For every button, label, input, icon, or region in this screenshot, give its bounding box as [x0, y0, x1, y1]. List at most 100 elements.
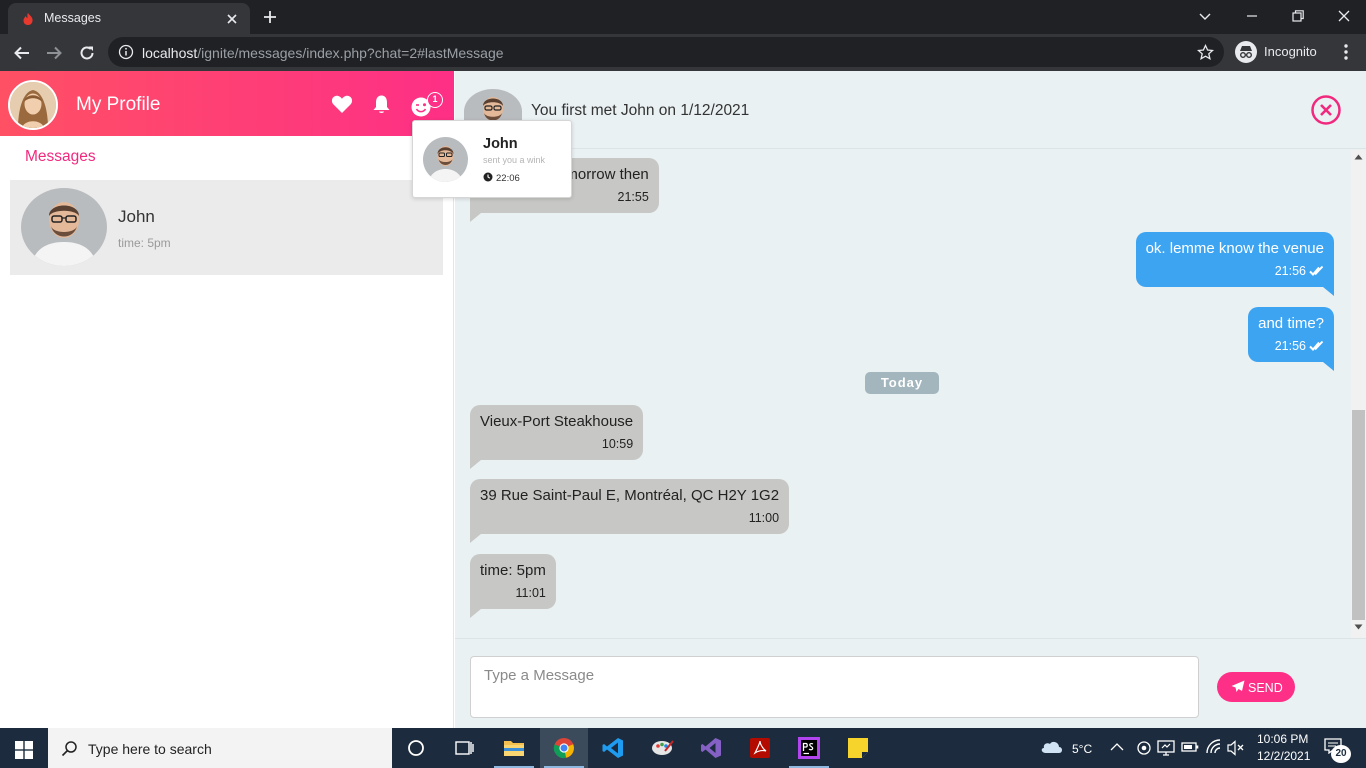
notification-count: 20	[1331, 745, 1351, 763]
phpstorm-icon	[798, 737, 820, 759]
address-bar[interactable]: localhost/ignite/messages/index.php?chat…	[108, 37, 1224, 67]
bookmark-star-icon[interactable]	[1197, 44, 1214, 61]
popup-avatar	[423, 137, 468, 182]
camera-icon[interactable]	[1136, 740, 1152, 756]
clock-icon	[483, 172, 493, 182]
message-outgoing: ok. lemme know the venue 21:56	[1135, 232, 1335, 296]
send-label: SEND	[1248, 681, 1283, 695]
date-divider: Today	[865, 372, 939, 394]
browser-toolbar: localhost/ignite/messages/index.php?chat…	[0, 34, 1366, 71]
taskbar-chrome[interactable]	[540, 728, 588, 768]
incognito-icon	[1234, 40, 1258, 64]
scroll-up-arrow-icon[interactable]	[1354, 154, 1363, 160]
message-input[interactable]	[470, 656, 1199, 718]
message-time: 11:00	[748, 511, 780, 525]
weather-cloud-icon[interactable]	[1040, 738, 1064, 754]
paint-palette-icon	[652, 740, 674, 755]
tab-messages[interactable]: Messages	[8, 3, 250, 34]
reload-icon[interactable]	[77, 43, 97, 63]
popup-time-row: 22:06	[483, 172, 520, 184]
taskbar-phpstorm[interactable]	[785, 728, 833, 768]
sticky-note-icon	[848, 738, 868, 758]
tray-chevron-up-icon[interactable]	[1110, 742, 1124, 752]
send-button[interactable]: SEND	[1217, 672, 1295, 702]
taskbar: Type here to search 5°C 10:06 PM 12/2/20…	[0, 728, 1366, 768]
notification-count-badge: 1	[427, 92, 443, 108]
message-text: time: 5pm	[480, 562, 546, 579]
close-tab-icon[interactable]	[224, 11, 240, 27]
cortana-button[interactable]	[392, 728, 440, 768]
restore-icon[interactable]	[1289, 7, 1307, 25]
flame-icon	[21, 12, 35, 26]
chat-last-message: time: 5pm	[118, 236, 171, 250]
chat-avatar	[21, 188, 107, 266]
message-incoming: 39 Rue Saint-Paul E, Montréal, QC H2Y 1G…	[470, 479, 790, 543]
taskbar-acrobat[interactable]	[736, 728, 784, 768]
message-text: ok. lemme know the venue	[1145, 240, 1324, 257]
weather-temperature[interactable]: 5°C	[1072, 742, 1092, 756]
url-text[interactable]: localhost/ignite/messages/index.php?chat…	[142, 45, 504, 61]
back-icon[interactable]	[12, 43, 32, 63]
message-text: 39 Rue Saint-Paul E, Montréal, QC H2Y 1G…	[480, 487, 780, 504]
clock-time[interactable]: 10:06 PM	[1257, 732, 1308, 746]
message-list: Let's meet tomorrow then 21:55 ok. lemme…	[455, 150, 1366, 638]
chat-header-text: You first met John on 1/12/2021	[531, 102, 750, 119]
message-incoming: Vieux-Port Steakhouse 10:59	[470, 405, 644, 469]
vscode-icon	[602, 738, 623, 758]
taskbar-search-placeholder: Type here to search	[88, 741, 212, 757]
chat-pane: You first met John on 1/12/2021 Let's me…	[455, 71, 1366, 728]
message-outgoing: and time? 21:56	[1248, 307, 1334, 371]
message-time: 11:01	[515, 586, 546, 600]
double-check-icon	[1309, 265, 1324, 277]
taskbar-search[interactable]: Type here to search	[48, 728, 392, 768]
scroll-down-arrow-icon[interactable]	[1354, 624, 1363, 630]
wink-notification-button[interactable]: 1	[409, 92, 443, 118]
chat-list-item[interactable]: John time: 5pm	[10, 180, 443, 275]
heart-icon[interactable]	[331, 94, 353, 114]
battery-icon[interactable]	[1181, 741, 1199, 753]
wifi-icon[interactable]	[1205, 739, 1223, 755]
incognito-indicator[interactable]: Incognito	[1234, 40, 1326, 64]
profile-name[interactable]: My Profile	[76, 94, 160, 116]
message-composer: SEND	[455, 638, 1366, 728]
scrollbar-thumb[interactable]	[1352, 410, 1365, 620]
taskbar-visual-studio[interactable]	[687, 728, 735, 768]
task-view-button[interactable]	[440, 728, 488, 768]
profile-bar: My Profile 1	[0, 71, 454, 136]
taskbar-file-explorer[interactable]	[490, 728, 538, 768]
volume-muted-icon[interactable]	[1227, 740, 1245, 756]
minimize-icon[interactable]	[1243, 7, 1261, 25]
site-info-icon[interactable]	[118, 44, 134, 60]
task-view-icon	[455, 741, 474, 755]
forward-icon[interactable]	[44, 43, 64, 63]
display-icon[interactable]	[1157, 739, 1175, 757]
close-chat-icon[interactable]	[1310, 94, 1342, 126]
message-scrollbar[interactable]	[1351, 150, 1366, 638]
popup-text: sent you a wink	[483, 155, 546, 165]
wink-notification-popup[interactable]: John sent you a wink 22:06	[412, 120, 572, 198]
message-time-row: 21:56	[1146, 262, 1324, 280]
taskbar-paint-app[interactable]	[638, 728, 686, 768]
message-text: and time?	[1258, 315, 1324, 332]
message-text: Vieux-Port Steakhouse	[480, 413, 634, 430]
new-tab-icon[interactable]	[261, 8, 279, 26]
windows-start-icon[interactable]	[15, 741, 33, 759]
taskbar-sticky-notes[interactable]	[834, 728, 882, 768]
clock-date[interactable]: 12/2/2021	[1257, 749, 1310, 763]
browser-menu-icon[interactable]	[1343, 43, 1349, 61]
sidebar: My Profile 1 Messages John time: 5pm	[0, 71, 454, 728]
tab-search-icon[interactable]	[1196, 7, 1214, 25]
bell-icon[interactable]	[372, 94, 391, 115]
pdf-icon	[750, 738, 770, 758]
taskbar-vscode[interactable]	[589, 728, 637, 768]
close-window-icon[interactable]	[1335, 7, 1353, 25]
chrome-icon	[553, 738, 574, 759]
popup-name: John	[483, 136, 518, 152]
message-time: 21:56	[1274, 339, 1306, 353]
message-time: 21:56	[1274, 264, 1306, 278]
double-check-icon	[1309, 340, 1324, 352]
profile-avatar[interactable]	[8, 80, 58, 130]
incognito-label: Incognito	[1264, 44, 1317, 59]
message-time: 10:59	[601, 437, 634, 451]
browser-tab-bar: Messages	[0, 0, 1366, 34]
